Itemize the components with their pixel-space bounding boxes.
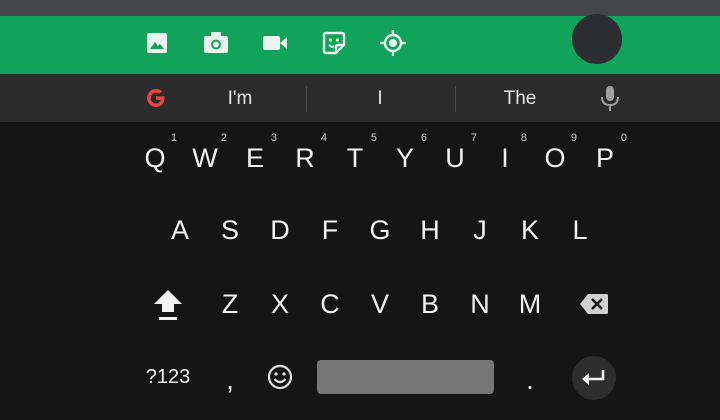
- period-key[interactable]: .: [506, 358, 554, 402]
- key-a[interactable]: A: [156, 208, 204, 252]
- key-label: R: [295, 142, 315, 173]
- key-label: W: [192, 142, 218, 173]
- key-number-hint: 9: [570, 132, 577, 144]
- key-i[interactable]: I8: [481, 132, 529, 180]
- key-d[interactable]: D: [256, 208, 304, 252]
- key-h[interactable]: H: [406, 208, 454, 252]
- key-label: I: [501, 142, 509, 173]
- emoji-key[interactable]: [256, 355, 304, 399]
- key-label: Q: [144, 142, 166, 173]
- key-g[interactable]: G: [356, 208, 404, 252]
- key-label: P: [595, 142, 614, 173]
- key-number-hint: 0: [620, 132, 627, 144]
- key-z[interactable]: Z: [206, 282, 254, 326]
- key-number-hint: 5: [370, 132, 377, 144]
- shift-key[interactable]: [144, 282, 192, 326]
- shift-arrow-icon: [154, 290, 182, 320]
- suggestion-divider: [455, 86, 456, 112]
- key-f[interactable]: F: [306, 208, 354, 252]
- key-u[interactable]: U7: [431, 132, 479, 180]
- key-l[interactable]: L: [556, 208, 604, 252]
- sticker-icon[interactable]: [321, 30, 347, 56]
- suggestion-word-2[interactable]: I: [340, 86, 420, 112]
- key-j[interactable]: J: [456, 208, 504, 252]
- key-label: E: [245, 142, 264, 173]
- key-v[interactable]: V: [356, 282, 404, 326]
- key-q[interactable]: Q1: [131, 132, 179, 180]
- suggestion-divider: [306, 86, 307, 112]
- backspace-key[interactable]: [570, 282, 618, 326]
- suggestion-word-1[interactable]: I'm: [200, 86, 280, 112]
- google-logo-icon[interactable]: [144, 86, 168, 110]
- key-m[interactable]: M: [506, 282, 554, 326]
- key-label: O: [544, 142, 566, 173]
- enter-arrow-icon: [582, 370, 605, 385]
- key-n[interactable]: N: [456, 282, 504, 326]
- location-icon[interactable]: [380, 30, 406, 56]
- video-icon[interactable]: [262, 30, 288, 56]
- symbols-key[interactable]: ?123: [140, 355, 196, 399]
- key-s[interactable]: S: [206, 208, 254, 252]
- key-number-hint: 1: [170, 132, 177, 144]
- key-label: U: [445, 142, 465, 173]
- key-e[interactable]: E3: [231, 132, 279, 180]
- key-c[interactable]: C: [306, 282, 354, 326]
- microphone-icon[interactable]: [598, 84, 622, 114]
- key-number-hint: 3: [270, 132, 277, 144]
- suggestion-word-3[interactable]: The: [480, 86, 560, 112]
- comma-key[interactable]: ,: [206, 358, 254, 402]
- space-bar[interactable]: [317, 360, 494, 394]
- key-x[interactable]: X: [256, 282, 304, 326]
- key-k[interactable]: K: [506, 208, 554, 252]
- key-label: T: [346, 142, 364, 173]
- key-y[interactable]: Y6: [381, 132, 429, 180]
- backspace-icon: [580, 294, 608, 314]
- key-o[interactable]: O9: [531, 132, 579, 180]
- key-t[interactable]: T5: [331, 132, 379, 180]
- key-number-hint: 7: [470, 132, 477, 144]
- enter-key[interactable]: [572, 356, 616, 400]
- key-number-hint: 2: [220, 132, 227, 144]
- key-r[interactable]: R4: [281, 132, 329, 180]
- key-b[interactable]: B: [406, 282, 454, 326]
- key-number-hint: 6: [420, 132, 427, 144]
- key-label: Y: [395, 142, 414, 173]
- key-w[interactable]: W2: [181, 132, 229, 180]
- emoji-icon: [267, 364, 293, 390]
- floating-action-button[interactable]: [572, 14, 622, 64]
- camera-icon[interactable]: [203, 30, 229, 56]
- key-number-hint: 8: [520, 132, 527, 144]
- key-p[interactable]: P0: [581, 132, 629, 180]
- key-number-hint: 4: [320, 132, 327, 144]
- status-strip: [0, 0, 720, 16]
- image-icon[interactable]: [144, 30, 170, 56]
